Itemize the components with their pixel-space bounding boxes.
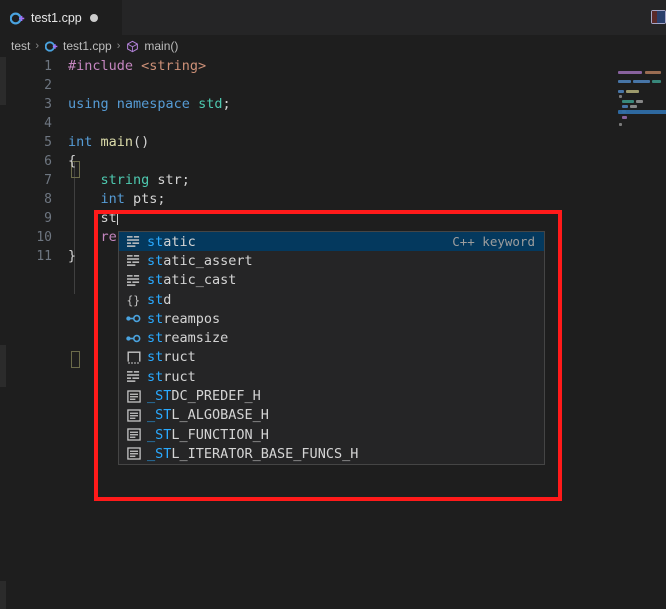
code-line[interactable]: 5 int main() (0, 133, 666, 152)
text-icon (125, 446, 142, 461)
line-text: #include <string> (68, 58, 207, 74)
code-line[interactable]: 4 (0, 114, 666, 133)
autocomplete-suggest-widget[interactable]: static C++ keyword static_assert static_cas… (118, 231, 545, 465)
suggest-item-label: struct (147, 349, 196, 366)
text-cursor (116, 210, 119, 225)
line-number: 3 (44, 97, 52, 112)
keyword-icon (125, 253, 142, 268)
text-icon (125, 427, 142, 442)
matching-brace-close (71, 351, 80, 368)
suggest-item[interactable]: static_cast (119, 271, 544, 290)
suggest-item[interactable]: struct (119, 348, 544, 367)
code-line[interactable]: 7 string str; (0, 171, 666, 190)
suggest-item-label: streamsize (147, 330, 229, 347)
svg-text:{}: {} (126, 294, 140, 307)
line-text: int main() (68, 134, 150, 150)
keyword-icon (125, 234, 142, 249)
tab-label: test1.cpp (31, 11, 82, 25)
line-text: string str; (100, 172, 190, 188)
line-number: 5 (44, 135, 52, 150)
vscode-window: test1.cpp test › test1.cpp › main() 1 #i… (0, 0, 666, 609)
suggest-item-label: _STDC_PREDEF_H (147, 388, 261, 405)
editor-tab-test1-cpp[interactable]: test1.cpp (0, 0, 122, 35)
breadcrumb-item-symbol[interactable]: main() (125, 39, 178, 53)
text-icon (125, 408, 142, 423)
suggest-item-label: streampos (147, 310, 221, 327)
suggest-item-detail: C++ keyword (452, 234, 535, 250)
suggest-item-label: _STL_ALGOBASE_H (147, 407, 269, 424)
line-text: int pts; (100, 191, 166, 207)
code-line[interactable]: 8 int pts; (0, 190, 666, 209)
breadcrumb-label: test (11, 39, 31, 53)
breadcrumb-separator-2: › (116, 40, 121, 52)
line-number: 4 (44, 116, 52, 131)
line-text: { (68, 153, 77, 169)
suggest-item-label: _STL_FUNCTION_H (147, 426, 269, 443)
breadcrumb-item-folder[interactable]: test (11, 39, 30, 53)
line-text: } (68, 248, 77, 264)
left-strip-nub-bottom (0, 581, 6, 609)
breadcrumb-separator-1: › (35, 40, 40, 52)
code-line[interactable]: 3 using namespace std; (0, 95, 666, 114)
line-number: 7 (44, 173, 52, 188)
breadcrumb: test › test1.cpp › main() (0, 35, 666, 57)
keyword-icon (125, 273, 142, 288)
suggest-item-label: static_assert (147, 252, 253, 269)
line-number: 10 (36, 230, 52, 245)
line-number: 1 (44, 59, 52, 74)
suggest-item[interactable]: _STL_ALGOBASE_H (119, 406, 544, 425)
text-icon (125, 389, 142, 404)
breadcrumb-label: test1.cpp (63, 39, 112, 53)
reference-icon (125, 311, 142, 326)
line-text: using namespace std; (68, 96, 231, 112)
code-line[interactable]: 9 st (0, 209, 666, 228)
editor-actions (644, 5, 666, 29)
keyword-icon (125, 369, 142, 384)
cpp-file-icon (10, 11, 25, 26)
suggest-item[interactable]: streampos (119, 309, 544, 328)
method-symbol-icon (125, 39, 139, 53)
split-editor-layout-icon[interactable] (651, 10, 666, 24)
suggest-item-label: static_cast (147, 272, 237, 289)
suggest-item-label: struct (147, 368, 196, 385)
suggest-item-label: _STL_ITERATOR_BASE_FUNCS_H (147, 445, 359, 462)
breadcrumb-label: main() (144, 39, 179, 53)
line-number: 8 (44, 192, 52, 207)
code-line[interactable]: 1 #include <string> (0, 57, 666, 76)
suggest-item[interactable]: struct (119, 367, 544, 386)
suggest-item[interactable]: {} std (119, 290, 544, 309)
line-number: 2 (44, 78, 52, 93)
line-number: 11 (36, 249, 52, 264)
unsaved-dot-icon[interactable] (89, 14, 98, 22)
suggest-item-label: static (147, 233, 196, 250)
suggest-item[interactable]: _STL_FUNCTION_H (119, 425, 544, 444)
suggest-item-label: std (147, 291, 172, 308)
editor-tab-bar: test1.cpp (0, 0, 666, 35)
editor-minimap[interactable] (610, 57, 666, 599)
line-text: st (100, 210, 119, 226)
snippet-icon (125, 350, 142, 365)
suggest-item[interactable]: _STDC_PREDEF_H (119, 386, 544, 405)
line-number: 9 (44, 211, 52, 226)
suggest-item[interactable]: static_assert (119, 251, 544, 270)
line-number: 6 (44, 154, 52, 169)
breadcrumb-item-file[interactable]: test1.cpp (44, 39, 112, 53)
code-line[interactable]: 6{ (0, 152, 666, 171)
line-text: re (100, 229, 117, 245)
module-icon: {} (125, 292, 142, 307)
suggest-item[interactable]: streamsize (119, 328, 544, 347)
suggest-item[interactable]: static C++ keyword (119, 232, 544, 252)
suggest-item[interactable]: _STL_ITERATOR_BASE_FUNCS_H (119, 444, 544, 463)
cpp-file-icon (44, 39, 58, 53)
left-strip-nub-mid (0, 345, 6, 387)
code-line[interactable]: 2 (0, 76, 666, 95)
reference-icon (125, 331, 142, 346)
